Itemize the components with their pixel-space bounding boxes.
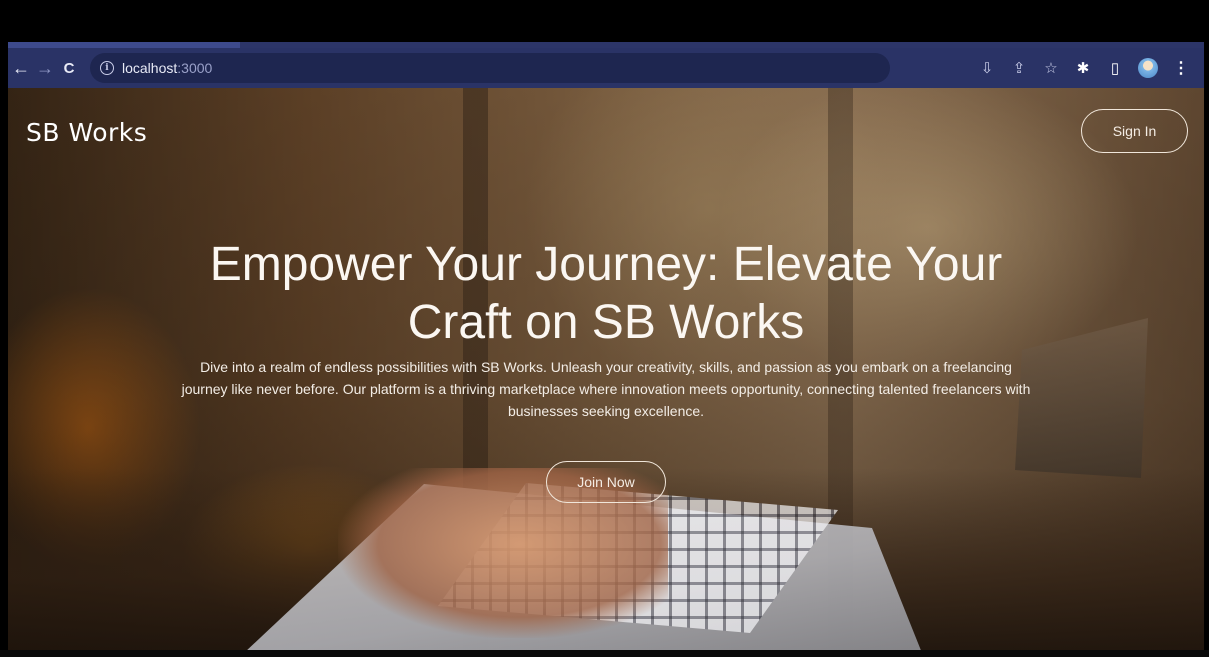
extensions-icon[interactable]: ✱	[1074, 59, 1092, 77]
star-icon[interactable]: ☆	[1042, 59, 1060, 77]
back-icon[interactable]: ←	[10, 57, 32, 79]
sign-in-button[interactable]: Sign In	[1081, 109, 1188, 153]
menu-icon[interactable]: ⋮	[1172, 59, 1190, 77]
toolbar-actions: ⇩ ⇪ ☆ ✱ ▯ ⋮	[978, 58, 1204, 78]
sidepanel-icon[interactable]: ▯	[1106, 59, 1124, 77]
left-border	[0, 42, 8, 650]
bottom-letterbox	[0, 650, 1209, 657]
url-host: localhost	[122, 60, 178, 76]
hero-description: Dive into a realm of endless possibiliti…	[181, 359, 1031, 419]
join-now-button[interactable]: Join Now	[546, 461, 666, 503]
hero-section: SB Works Sign In Empower Your Journey: E…	[8, 88, 1204, 650]
profile-avatar[interactable]	[1138, 58, 1158, 78]
brand-logo[interactable]: SB Works	[26, 118, 147, 147]
browser-toolbar: ← → C i localhost:3000 ⇩ ⇪ ☆ ✱ ▯ ⋮	[8, 48, 1204, 88]
url-port: :3000	[177, 60, 213, 76]
address-bar[interactable]: i localhost:3000	[90, 53, 890, 83]
url-text[interactable]: localhost:3000	[122, 60, 212, 76]
reload-icon[interactable]: C	[58, 57, 80, 79]
share-icon[interactable]: ⇪	[1010, 59, 1028, 77]
right-border	[1204, 42, 1209, 650]
hero-headline: Empower Your Journey: Elevate Your Craft…	[209, 238, 1003, 349]
info-icon[interactable]: i	[100, 61, 114, 75]
forward-icon[interactable]: →	[34, 57, 56, 79]
install-icon[interactable]: ⇩	[978, 59, 996, 77]
top-letterbox	[0, 0, 1209, 42]
